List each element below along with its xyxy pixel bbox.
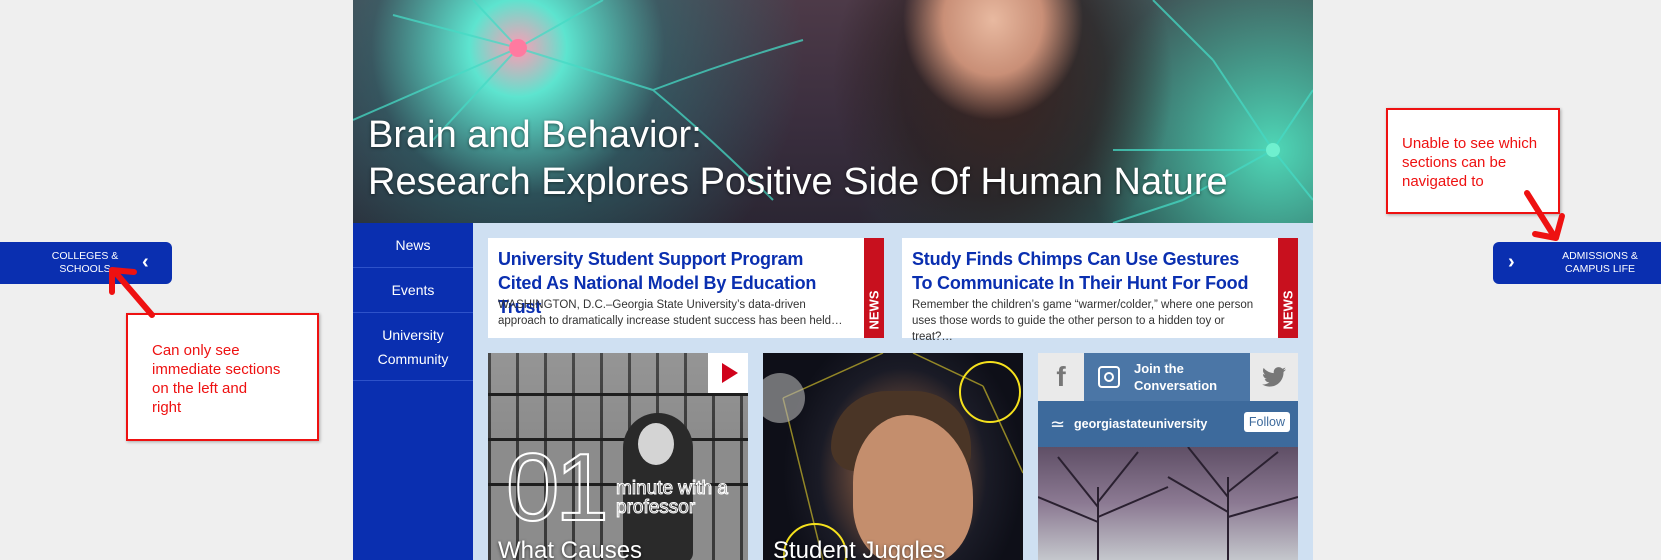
next-section-label: ADMISSIONS & CAMPUS LIFE xyxy=(1545,250,1655,276)
hero-title[interactable]: Brain and Behavior: Research Explores Po… xyxy=(368,112,1228,206)
left-nav: News Events University Community xyxy=(353,223,473,560)
nav-item-news[interactable]: News xyxy=(353,223,473,268)
follow-button[interactable]: Follow xyxy=(1243,412,1290,432)
formula-ring xyxy=(959,361,1021,423)
annotation-line: immediate sections xyxy=(152,361,281,378)
prev-section-label: COLLEGES & SCHOOLS xyxy=(30,250,140,276)
annotation-left: Can only see immediate sections on the l… xyxy=(126,313,319,441)
tree-silhouette xyxy=(1038,446,1298,560)
instagram-account-bar: ≃ georgiastateuniversity Follow xyxy=(1038,401,1298,447)
news-headline[interactable]: Study Finds Chimps Can Use Gestures To C… xyxy=(912,247,1262,295)
next-label-line-2: CAMPUS LIFE xyxy=(1564,263,1635,275)
annotation-line: Can only see xyxy=(152,342,240,359)
hero-title-line-1: Brain and Behavior: xyxy=(368,114,702,156)
site-frame: Brain and Behavior: Research Explores Po… xyxy=(353,0,1313,560)
news-tag-label: NEWS xyxy=(866,290,882,330)
news-tag: NEWS xyxy=(1278,238,1298,338)
gsu-logo-icon: ≃ xyxy=(1050,414,1066,434)
prev-label-line-2: SCHOOLS xyxy=(59,263,111,275)
annotation-right: Unable to see which sections can be navi… xyxy=(1386,108,1560,214)
prev-label-line-1: COLLEGES & xyxy=(51,250,119,262)
prev-section-tab[interactable]: COLLEGES & SCHOOLS ‹ xyxy=(0,242,172,284)
instagram-icon xyxy=(1098,366,1120,388)
instagram-tab[interactable]: Join the Conversation xyxy=(1086,353,1248,401)
news-excerpt: WASHINGTON, D.C.–Georgia State Universit… xyxy=(498,299,843,327)
series-overlay: minute with a professor xyxy=(616,478,729,518)
shelf-line xyxy=(488,393,748,396)
play-icon[interactable] xyxy=(708,353,748,393)
news-excerpt: Remember the children’s game “warmer/col… xyxy=(912,299,1254,343)
join-conversation: Join the Conversation xyxy=(1134,360,1217,394)
story-tile[interactable]: Student Juggles xyxy=(763,353,1023,560)
next-section-tab[interactable]: › ADMISSIONS & CAMPUS LIFE xyxy=(1493,242,1661,284)
next-label-line-1: ADMISSIONS & xyxy=(1562,250,1638,262)
hero-title-line-2: Research Explores Positive Side Of Human… xyxy=(368,161,1228,203)
annotation-line: on the left and xyxy=(152,380,248,397)
chevron-left-icon: ‹ xyxy=(142,251,149,273)
tile-caption[interactable]: Student Juggles xyxy=(773,537,945,560)
professor-head xyxy=(638,423,674,465)
news-tag-label: NEWS xyxy=(1280,290,1296,330)
social-widget: f Join the Conversation ≃ georgiastateun… xyxy=(1038,353,1298,560)
video-tile[interactable]: 01 minute with a professor What Causes xyxy=(488,353,748,560)
join-line-2: Conversation xyxy=(1134,378,1218,393)
nav-item-university-community[interactable]: University Community xyxy=(353,313,473,381)
news-card[interactable]: University Student Support Program Cited… xyxy=(488,238,884,338)
twitter-icon[interactable] xyxy=(1250,353,1298,401)
join-line-1: Join the xyxy=(1134,361,1184,376)
account-name[interactable]: georgiastateuniversity xyxy=(1074,417,1207,431)
nav-item-events[interactable]: Events xyxy=(353,268,473,313)
annotation-line: sections can be xyxy=(1402,154,1507,171)
chevron-right-icon: › xyxy=(1508,251,1515,273)
episode-number: 01 xyxy=(505,433,610,542)
facebook-icon[interactable]: f xyxy=(1038,353,1084,401)
instagram-photo[interactable] xyxy=(1038,446,1298,560)
hero-banner[interactable]: Brain and Behavior: Research Explores Po… xyxy=(353,0,1313,223)
news-tag: NEWS xyxy=(864,238,884,338)
annotation-line: right xyxy=(152,399,182,416)
social-tabs: f Join the Conversation xyxy=(1038,353,1298,401)
annotation-line: navigated to xyxy=(1402,173,1484,190)
annotation-line: Unable to see which xyxy=(1402,135,1538,152)
tile-caption[interactable]: What Causes xyxy=(498,537,642,560)
news-card[interactable]: Study Finds Chimps Can Use Gestures To C… xyxy=(902,238,1298,343)
